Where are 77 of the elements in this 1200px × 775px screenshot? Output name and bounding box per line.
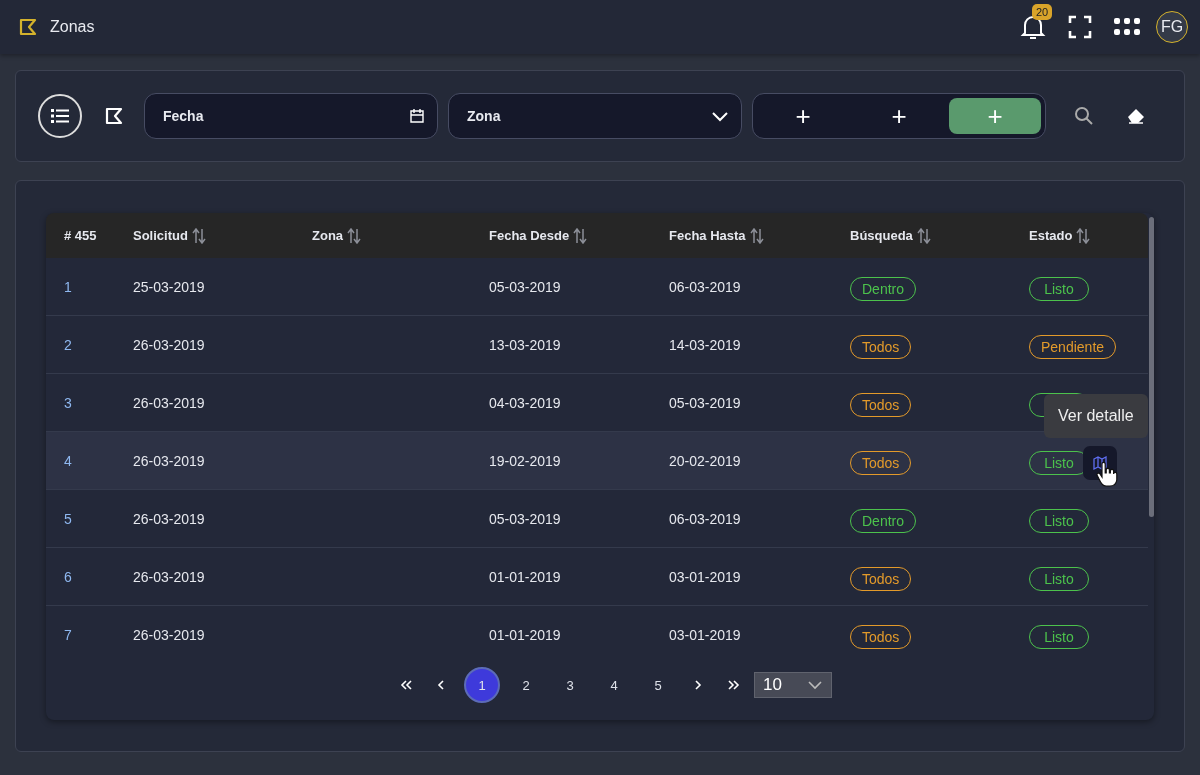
table-cell-text: 26-03-2019	[133, 510, 206, 527]
page-size-select[interactable]: 10	[754, 672, 832, 698]
table-row[interactable]: 1 25-03-2019 05-03-2019 06-03-2019 Dentro Listo	[46, 258, 1148, 316]
row-number: 5	[64, 510, 73, 527]
column-header[interactable]: Fecha Desde	[489, 228, 570, 243]
table-row[interactable]: 4 26-03-2019 19-02-2019 20-02-2019 Todos Listo	[46, 432, 1148, 490]
calendar-icon	[409, 108, 425, 124]
row-number: 4	[64, 452, 73, 469]
table-cell-text: 05-03-2019	[489, 278, 562, 295]
table-cell-text: 13-03-2019	[489, 336, 562, 353]
chevron-down-icon	[711, 110, 729, 122]
table-row[interactable]: 6 26-03-2019 01-01-2019 03-01-2019 Todos Listo	[46, 548, 1148, 606]
table-cell-text: 06-03-2019	[669, 510, 742, 527]
row-number: 6	[64, 568, 73, 585]
table-cell-text: 26-03-2019	[133, 336, 206, 353]
column-header[interactable]: Estado	[1029, 228, 1073, 243]
add-button[interactable]: +	[853, 98, 945, 134]
table-cell-text: 26-03-2019	[133, 626, 206, 643]
notification-badge: 20	[1032, 4, 1053, 20]
table-cell-text: 03-01-2019	[669, 568, 742, 585]
table-row[interactable]: 7 26-03-2019 01-01-2019 03-01-2019 Todos Listo	[46, 606, 1148, 650]
table-row[interactable]: 2 26-03-2019 13-03-2019 14-03-2019 Todos Pendiente	[46, 316, 1148, 374]
table-cell-text: 26-03-2019	[133, 452, 206, 469]
list-view-button[interactable]	[38, 94, 82, 138]
eraser-icon[interactable]	[1126, 107, 1146, 125]
table-cell-text: 20-02-2019	[669, 452, 742, 469]
table-row[interactable]: 5 26-03-2019 05-03-2019 06-03-2019 Dentro Listo	[46, 490, 1148, 548]
page-button[interactable]: 3	[552, 667, 588, 703]
list-icon	[51, 108, 69, 124]
user-avatar[interactable]: FG	[1156, 11, 1188, 43]
row-number: 3	[64, 394, 73, 411]
column-header[interactable]: Búsqueda	[850, 228, 913, 243]
first-page-icon[interactable]	[398, 679, 414, 691]
zone-flag-icon[interactable]	[104, 106, 124, 126]
table-cell-text: 05-03-2019	[489, 510, 562, 527]
sort-icon[interactable]	[346, 226, 363, 245]
column-header[interactable]: Solicitud	[133, 228, 188, 243]
sort-icon[interactable]	[915, 226, 932, 245]
map-icon	[1093, 455, 1107, 470]
table-cell-text: 26-03-2019	[133, 568, 206, 585]
table-cell-text: 19-02-2019	[489, 452, 562, 469]
sort-icon[interactable]	[748, 226, 765, 245]
add-button[interactable]: +	[757, 98, 849, 134]
page-button[interactable]: 5	[640, 667, 676, 703]
table-cell-text: 01-01-2019	[489, 568, 562, 585]
table-cell-text: 05-03-2019	[669, 394, 742, 411]
scrollbar[interactable]	[1149, 217, 1154, 517]
page-button[interactable]: 4	[596, 667, 632, 703]
column-header: # 455	[64, 228, 98, 243]
search-icon[interactable]	[1074, 106, 1094, 126]
last-page-icon[interactable]	[726, 679, 742, 691]
table-cell-text: 25-03-2019	[133, 278, 206, 295]
hand-cursor-icon	[1096, 462, 1118, 488]
row-number: 1	[64, 278, 73, 295]
apps-grid-icon[interactable]	[1114, 17, 1140, 37]
fullscreen-icon[interactable]	[1068, 15, 1092, 39]
sort-icon[interactable]	[572, 226, 589, 245]
table-cell-text: 26-03-2019	[133, 394, 206, 411]
column-header[interactable]: Fecha Hasta	[669, 228, 746, 243]
column-header[interactable]: Zona	[312, 228, 344, 243]
table-cell-text: 03-01-2019	[669, 626, 742, 643]
page-button[interactable]: 2	[508, 667, 544, 703]
table-cell-text: 01-01-2019	[489, 626, 562, 643]
page-button[interactable]: 1	[464, 667, 500, 703]
zone-select[interactable]: Zona	[448, 93, 742, 139]
table-cell-text: 06-03-2019	[669, 278, 742, 295]
row-number: 2	[64, 336, 73, 353]
sort-icon[interactable]	[190, 226, 207, 245]
logo-icon	[18, 17, 38, 37]
date-field[interactable]: Fecha	[144, 93, 438, 139]
table-cell-text: 04-03-2019	[489, 394, 562, 411]
table-cell-text: 14-03-2019	[669, 336, 742, 353]
page-title: Zonas	[50, 18, 96, 36]
chevron-down-icon	[807, 680, 823, 690]
sort-icon[interactable]	[1075, 226, 1092, 245]
tooltip: Ver detalle	[1044, 394, 1148, 438]
row-number: 7	[64, 626, 73, 643]
